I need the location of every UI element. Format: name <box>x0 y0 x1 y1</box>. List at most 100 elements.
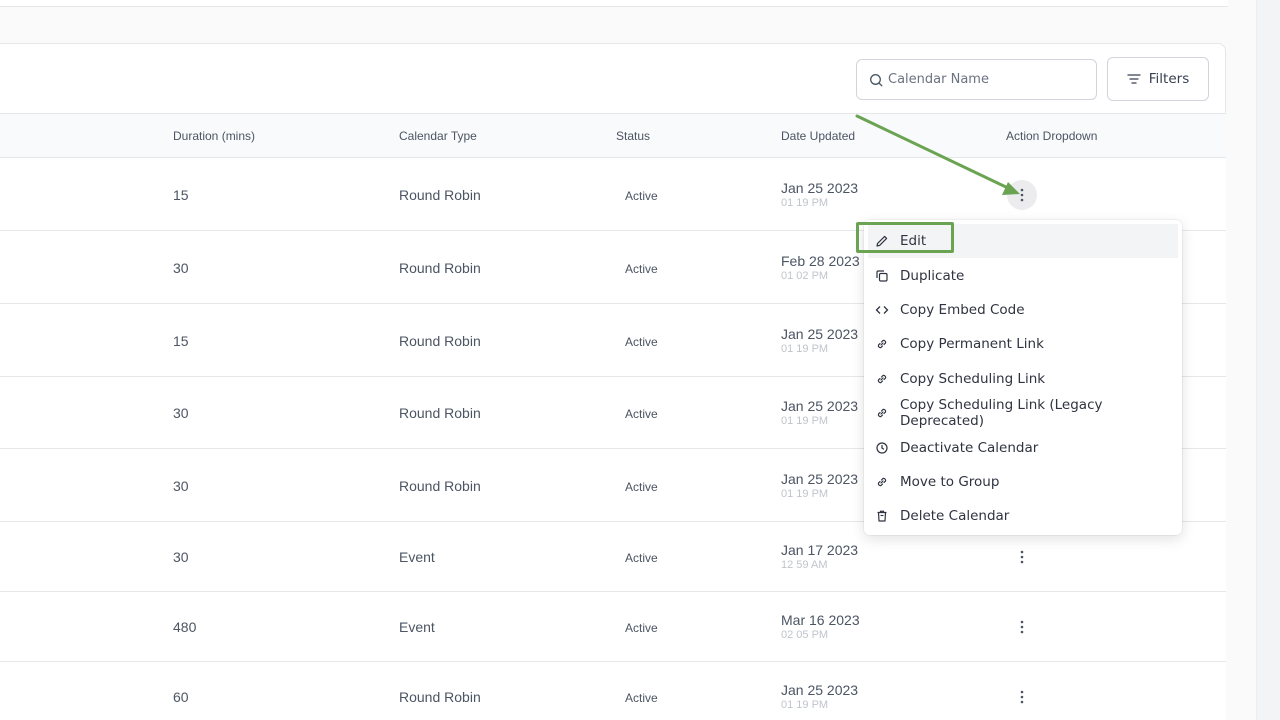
cell-calendar-type: Round Robin <box>399 259 481 276</box>
link-icon <box>874 336 890 352</box>
trash-icon <box>874 508 890 524</box>
header-action-dropdown: Action Dropdown <box>1006 129 1098 143</box>
table-row[interactable]: 60 Round Robin Active Jan 25 2023 01 19 PM <box>0 662 1226 720</box>
menu-item-label: Copy Scheduling Link (Legacy Deprecated) <box>900 397 1103 430</box>
cell-date-updated: Jan 25 2023 01 19 PM <box>781 471 858 501</box>
status-badge: Active <box>625 261 658 276</box>
kebab-menu-icon <box>1020 188 1024 201</box>
date-text: Feb 28 2023 <box>781 252 860 269</box>
cell-duration: 60 <box>173 689 189 705</box>
menu-item-copy-permanent-link[interactable]: Copy Permanent Link <box>864 327 1182 361</box>
menu-item-copy-scheduling-link[interactable]: Copy Scheduling Link <box>864 362 1182 396</box>
header-calendar-type[interactable]: Calendar Type <box>399 129 477 143</box>
date-text: Jan 25 2023 <box>781 470 859 487</box>
link-icon <box>874 474 890 490</box>
status-badge: Active <box>625 334 658 349</box>
search-icon <box>870 73 883 86</box>
cell-duration: 30 <box>173 405 189 421</box>
search-input[interactable] <box>888 72 1078 87</box>
date-text: Jan 17 2023 <box>781 542 859 558</box>
time-text: 01 19 PM <box>781 196 829 209</box>
date-text: Mar 16 2023 <box>781 612 860 628</box>
status-badge: Active <box>625 621 658 635</box>
cell-calendar-type: Round Robin <box>399 332 481 349</box>
menu-item-move-to-group[interactable]: Move to Group <box>864 465 1182 499</box>
cell-duration: 30 <box>173 549 189 565</box>
cell-calendar-type: Round Robin <box>399 477 481 494</box>
cell-calendar-type: Event <box>399 619 435 635</box>
action-dropdown-button[interactable] <box>1007 542 1037 572</box>
date-text: Jan 25 2023 <box>781 682 859 698</box>
status-badge: Active <box>625 407 658 421</box>
menu-item-label: Copy Scheduling Link <box>900 370 1046 387</box>
filter-icon <box>1127 74 1141 84</box>
status-badge: Active <box>625 551 658 565</box>
kebab-menu-icon <box>1020 690 1024 704</box>
clock-icon <box>874 440 890 456</box>
menu-item-delete-calendar[interactable]: Delete Calendar <box>864 499 1182 533</box>
link-icon <box>874 405 890 421</box>
filters-label: Filters <box>1148 71 1190 87</box>
date-text: Jan 25 2023 <box>781 179 859 196</box>
action-dropdown-button[interactable] <box>1007 682 1037 712</box>
cell-calendar-type: Round Robin <box>399 689 481 705</box>
time-text: 02 05 PM <box>781 629 829 641</box>
pencil-icon <box>874 233 890 249</box>
status-badge: Active <box>625 691 658 705</box>
cell-date-updated: Jan 25 2023 01 19 PM <box>781 682 858 712</box>
table-header: Duration (mins) Calendar Type Status Dat… <box>0 113 1226 158</box>
cell-duration: 480 <box>173 619 197 635</box>
header-date-updated[interactable]: Date Updated <box>781 129 855 143</box>
menu-item-edit[interactable]: Edit <box>868 224 1178 259</box>
cell-duration: 15 <box>173 186 189 203</box>
kebab-menu-icon <box>1020 550 1024 564</box>
time-text: 01 19 PM <box>781 699 829 711</box>
menu-item-label: Delete Calendar <box>900 508 1010 525</box>
time-text: 12 59 AM <box>781 559 828 571</box>
scrollbar-track[interactable] <box>1256 0 1280 720</box>
code-icon <box>874 302 890 318</box>
cell-date-updated: Jan 17 2023 12 59 AM <box>781 542 858 572</box>
menu-item-deactivate-calendar[interactable]: Deactivate Calendar <box>864 430 1182 464</box>
cell-date-updated: Mar 16 2023 02 05 PM <box>781 612 860 642</box>
cell-date-updated: Jan 25 2023 01 19 PM <box>781 180 858 210</box>
status-badge: Active <box>625 479 658 494</box>
cell-calendar-type: Event <box>399 549 435 565</box>
time-text: 01 19 PM <box>781 415 829 427</box>
cell-date-updated: Jan 25 2023 01 19 PM <box>781 398 858 428</box>
menu-item-label: Edit <box>900 233 927 250</box>
menu-item-label: Deactivate Calendar <box>900 439 1039 456</box>
link-icon <box>874 371 890 387</box>
cell-date-updated: Feb 28 2023 01 02 PM <box>781 253 860 283</box>
date-text: Jan 25 2023 <box>781 398 859 414</box>
header-status[interactable]: Status <box>616 129 650 143</box>
copy-icon <box>874 268 890 284</box>
menu-item-label: Copy Permanent Link <box>900 336 1044 353</box>
cell-calendar-type: Round Robin <box>399 405 481 421</box>
time-text: 01 02 PM <box>781 269 829 282</box>
cell-duration: 30 <box>173 477 189 494</box>
status-badge: Active <box>625 188 658 203</box>
menu-item-label: Copy Embed Code <box>900 301 1025 318</box>
time-text: 01 19 PM <box>781 342 829 355</box>
filters-button[interactable]: Filters <box>1107 57 1209 101</box>
action-dropdown-button[interactable] <box>1007 179 1037 210</box>
cell-date-updated: Jan 25 2023 01 19 PM <box>781 326 858 356</box>
action-dropdown-button[interactable] <box>1007 612 1037 642</box>
search-box[interactable] <box>856 59 1097 100</box>
cell-duration: 30 <box>173 259 189 276</box>
header-duration[interactable]: Duration (mins) <box>173 129 255 143</box>
menu-item-copy-embed-code[interactable]: Copy Embed Code <box>864 293 1182 327</box>
cell-duration: 15 <box>173 332 189 349</box>
time-text: 01 19 PM <box>781 487 829 500</box>
action-dropdown-menu: Edit Duplicate Copy Embed Code Copy Perm… <box>864 220 1182 535</box>
menu-item-label: Duplicate <box>900 267 965 284</box>
menu-item-duplicate[interactable]: Duplicate <box>864 258 1182 292</box>
kebab-menu-icon <box>1020 620 1024 634</box>
date-text: Jan 25 2023 <box>781 325 859 342</box>
cell-calendar-type: Round Robin <box>399 186 481 203</box>
top-bar <box>0 0 1228 7</box>
table-row[interactable]: 480 Event Active Mar 16 2023 02 05 PM <box>0 592 1226 662</box>
menu-item-label: Move to Group <box>900 473 1000 490</box>
menu-item-copy-scheduling-link-legacy[interactable]: Copy Scheduling Link (Legacy Deprecated) <box>864 396 1182 430</box>
